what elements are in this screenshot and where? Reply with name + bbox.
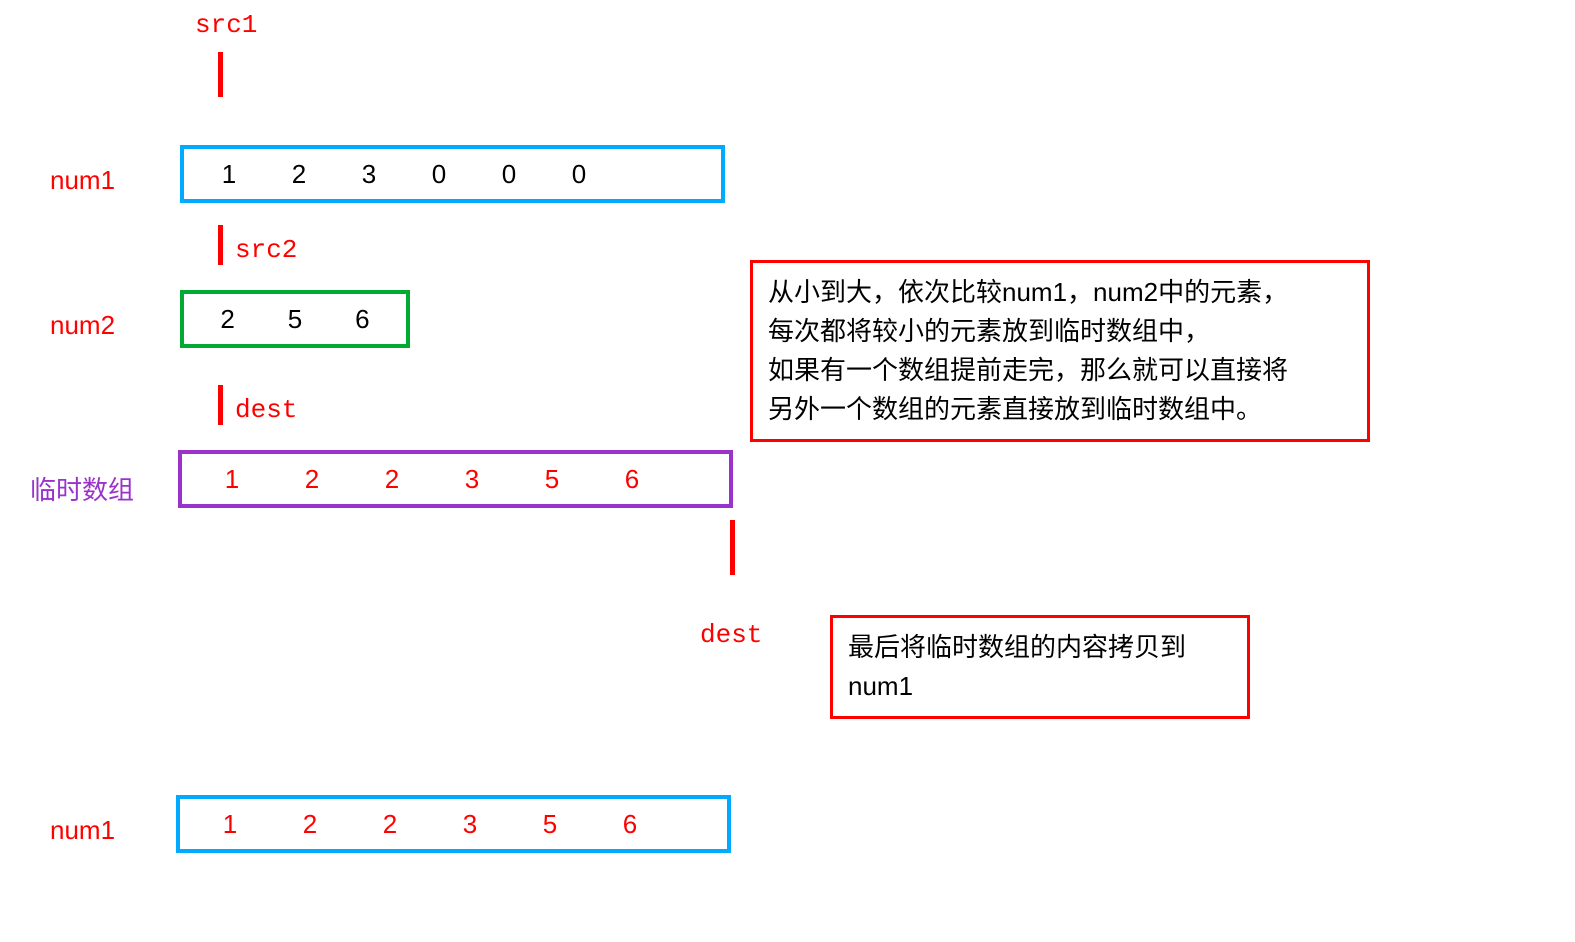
array-cell: 3 [334,159,404,190]
array-temp: 1 2 2 3 5 6 [178,450,733,508]
array-cell: 5 [510,809,590,840]
array-cell: 3 [432,464,512,495]
pointer-src1-line [218,52,223,97]
array-cell: 5 [261,304,328,335]
array-cell: 2 [352,464,432,495]
array-cell: 2 [264,159,334,190]
pointer-dest-bottom-line [730,520,735,575]
explanation-box-2: 最后将临时数组的内容拷贝到num1 [830,615,1250,719]
array-cell: 6 [592,464,672,495]
array-cell: 1 [194,159,264,190]
array-num2: 2 5 6 [180,290,410,348]
pointer-src1-label: src1 [195,10,257,40]
array-cell: 2 [272,464,352,495]
array-cell: 2 [350,809,430,840]
array-cell: 0 [544,159,614,190]
explanation-line: 每次都将较小的元素放到临时数组中， [768,312,1352,351]
pointer-src2-line [218,225,223,265]
explanation-box-1: 从小到大，依次比较num1，num2中的元素， 每次都将较小的元素放到临时数组中… [750,260,1370,442]
label-num1-bottom: num1 [50,815,115,846]
array-cell: 6 [329,304,396,335]
label-num1-top: num1 [50,165,115,196]
explanation-line: 从小到大，依次比较num1，num2中的元素， [768,273,1352,312]
label-temp-array: 临时数组 [30,470,134,507]
pointer-dest-top-line [218,385,223,425]
array-cell: 1 [192,464,272,495]
array-num1-top: 1 2 3 0 0 0 [180,145,725,203]
array-cell: 0 [474,159,544,190]
pointer-dest-bottom-label: dest [700,620,762,650]
array-cell: 6 [590,809,670,840]
array-cell: 2 [270,809,350,840]
pointer-src2-label: src2 [235,235,297,265]
array-cell: 5 [512,464,592,495]
explanation-line: 另外一个数组的元素直接放到临时数组中。 [768,390,1352,429]
pointer-dest-top-label: dest [235,395,297,425]
array-cell: 1 [190,809,270,840]
explanation-line: 如果有一个数组提前走完，那么就可以直接将 [768,351,1352,390]
array-cell: 3 [430,809,510,840]
array-cell: 2 [194,304,261,335]
label-num2: num2 [50,310,115,341]
array-cell: 0 [404,159,474,190]
explanation-line: 最后将临时数组的内容拷贝到num1 [848,628,1232,706]
array-num1-bottom: 1 2 2 3 5 6 [176,795,731,853]
